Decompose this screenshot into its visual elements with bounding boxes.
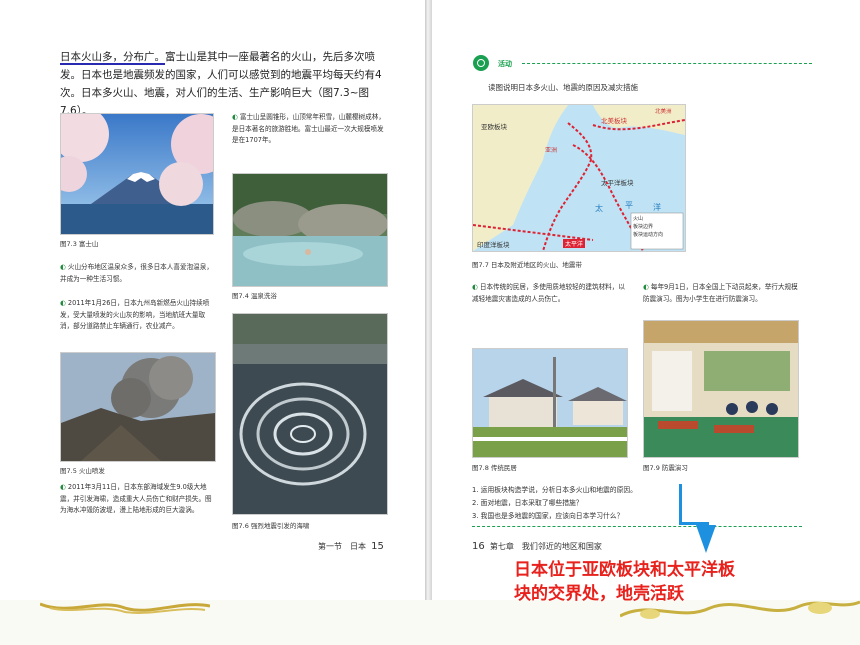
note-bullet-icon: ◐ — [472, 283, 478, 291]
drill-photo — [643, 320, 799, 458]
map-label-asia: 亚洲 — [545, 147, 558, 154]
fig76-caption: 图7.6 强烈地震引发的海啸 — [232, 522, 310, 530]
right-page-number: 16 — [472, 541, 485, 552]
question-item: 3. 我国也是多地震的国家，应该向日本学习什么？ — [472, 512, 624, 520]
tsunami-note: ◐ 2011年3月11日，日本东部海域发生9.0级大地震，并引发海啸，造成重大人… — [60, 482, 214, 517]
note-bullet-icon: ◐ — [60, 263, 66, 271]
left-footer-text: 第一节 日本 — [318, 542, 366, 551]
map-label-ocean-1: 太 — [595, 204, 603, 213]
question-item: 1. 运用板块构造学说，分析日本多火山和地震的原因。 — [472, 486, 637, 494]
legend-volcano: 火山 — [633, 216, 644, 222]
fuji-note: ◐ 富士山呈圆锥形，山顶常年积雪，山麓樱树成林，是日本著名的旅游胜地。富士山最近… — [232, 112, 386, 147]
fig77-caption: 图7.7 日本及附近地区的火山、地震带 — [472, 261, 582, 269]
note-bullet-icon: ◐ — [232, 113, 238, 121]
arrow-down-icon — [696, 525, 716, 553]
map-label-corner: 北美洲 — [655, 109, 672, 115]
map-label-pacific: 太平洋板块 — [601, 179, 634, 187]
activity-icon — [473, 55, 489, 71]
eruption-note-text: 2011年1月26日，日本九州岛新燃岳火山持续喷发，受大量喷发的火山灰的影响，当… — [60, 299, 210, 330]
book-spine — [425, 0, 432, 600]
left-page-number: 15 — [371, 541, 384, 552]
hotspring-note-text: 火山分布地区温泉众多，很多日本人喜爱泡温泉，并成为一种生活习惯。 — [60, 263, 213, 283]
fig78-caption: 图7.8 传统民居 — [472, 464, 517, 472]
hotspring-photo — [232, 173, 388, 287]
eruption-photo — [60, 352, 216, 462]
activity-prompt: 读图说明日本多火山、地震的原因及减灾措施 — [488, 83, 638, 92]
hotspring-note: ◐ 火山分布地区温泉众多，很多日本人喜爱泡温泉，并成为一种生活习惯。 — [60, 262, 214, 285]
ornament-right-icon — [620, 600, 860, 619]
map-label-ocean-3: 洋 — [653, 203, 661, 212]
annotation-arrow — [679, 484, 682, 524]
fig74-caption: 图7.4 温泉洗浴 — [232, 292, 277, 300]
drill-note-text: 每年9月1日，日本全国上下动员起来，举行大规模防震演习。图为小学生在进行防震演习… — [643, 283, 798, 303]
map-label-north-america: 北美板块 — [601, 117, 627, 125]
right-footer-text: 第七章 我们邻近的地区和国家 — [489, 542, 602, 551]
legend-boundary: 板块边界 — [633, 224, 654, 230]
fig75-caption: 图7.5 火山喷发 — [60, 467, 105, 475]
note-bullet-icon: ◐ — [60, 483, 66, 491]
tsunami-note-text: 2011年3月11日，日本东部海域发生9.0级大地震，并引发海啸，造成重大人员伤… — [60, 483, 212, 514]
right-footer: 16 第七章 我们邻近的地区和国家 — [472, 541, 602, 552]
fuji-note-text: 富士山呈圆锥形，山顶常年积雪，山麓樱树成林，是日本著名的旅游胜地。富士山最近一次… — [232, 113, 385, 144]
map-label-ocean-bottom: 太平洋 — [563, 239, 586, 248]
questions-divider — [472, 526, 802, 527]
activity-label: 活动 — [498, 60, 512, 68]
legend-direction: 板块运动方向 — [633, 232, 664, 238]
map-label-eurasian: 亚欧板块 — [481, 123, 507, 131]
question-list: 1. 运用板块构造学说，分析日本多火山和地震的原因。 2. 面对地震，日本采取了… — [472, 484, 637, 523]
intro-paragraph: 日本火山多，分布广。富士山是其中一座最著名的火山，先后多次喷发。日本也是地震频发… — [60, 48, 390, 120]
tsunami-photo — [232, 313, 388, 515]
fig79-caption: 图7.9 防震演习 — [643, 464, 688, 472]
map-label-ocean-2: 平 — [625, 201, 633, 210]
fig73-caption: 图7.3 富士山 — [60, 240, 99, 248]
activity-divider — [522, 63, 812, 64]
house-photo — [472, 348, 628, 458]
plate-map: 亚欧板块 北美板块 北美洲 太平洋板块 太 平 洋 印度洋板块 亚洲 太平洋 火… — [472, 104, 686, 252]
drill-note: ◐ 每年9月1日，日本全国上下动员起来，举行大规模防震演习。图为小学生在进行防震… — [643, 282, 801, 305]
fuji-photo — [60, 113, 214, 235]
left-footer: 第一节 日本 15 — [318, 541, 384, 552]
note-bullet-icon: ◐ — [643, 283, 649, 291]
house-note: ◐ 日本传统的民居，多使用质地较轻的建筑材料，以减轻地震灾害造成的人员伤亡。 — [472, 282, 626, 305]
annotation-line-1: 日本位于亚欧板块和太平洋板 — [514, 560, 735, 580]
house-note-text: 日本传统的民居，多使用质地较轻的建筑材料，以减轻地震灾害造成的人员伤亡。 — [472, 283, 625, 303]
map-legend: 火山 板块边界 板块运动方向 — [633, 215, 663, 239]
intro-highlight: 日本火山多，分布广。 — [60, 51, 165, 65]
eruption-note: ◐ 2011年1月26日，日本九州岛新燃岳火山持续喷发，受大量喷发的火山灰的影响… — [60, 298, 214, 333]
question-item: 2. 面对地震，日本采取了哪些措施？ — [472, 499, 583, 507]
map-label-indian: 印度洋板块 — [477, 241, 510, 249]
note-bullet-icon: ◐ — [60, 299, 66, 307]
ornament-left-icon — [40, 602, 210, 614]
